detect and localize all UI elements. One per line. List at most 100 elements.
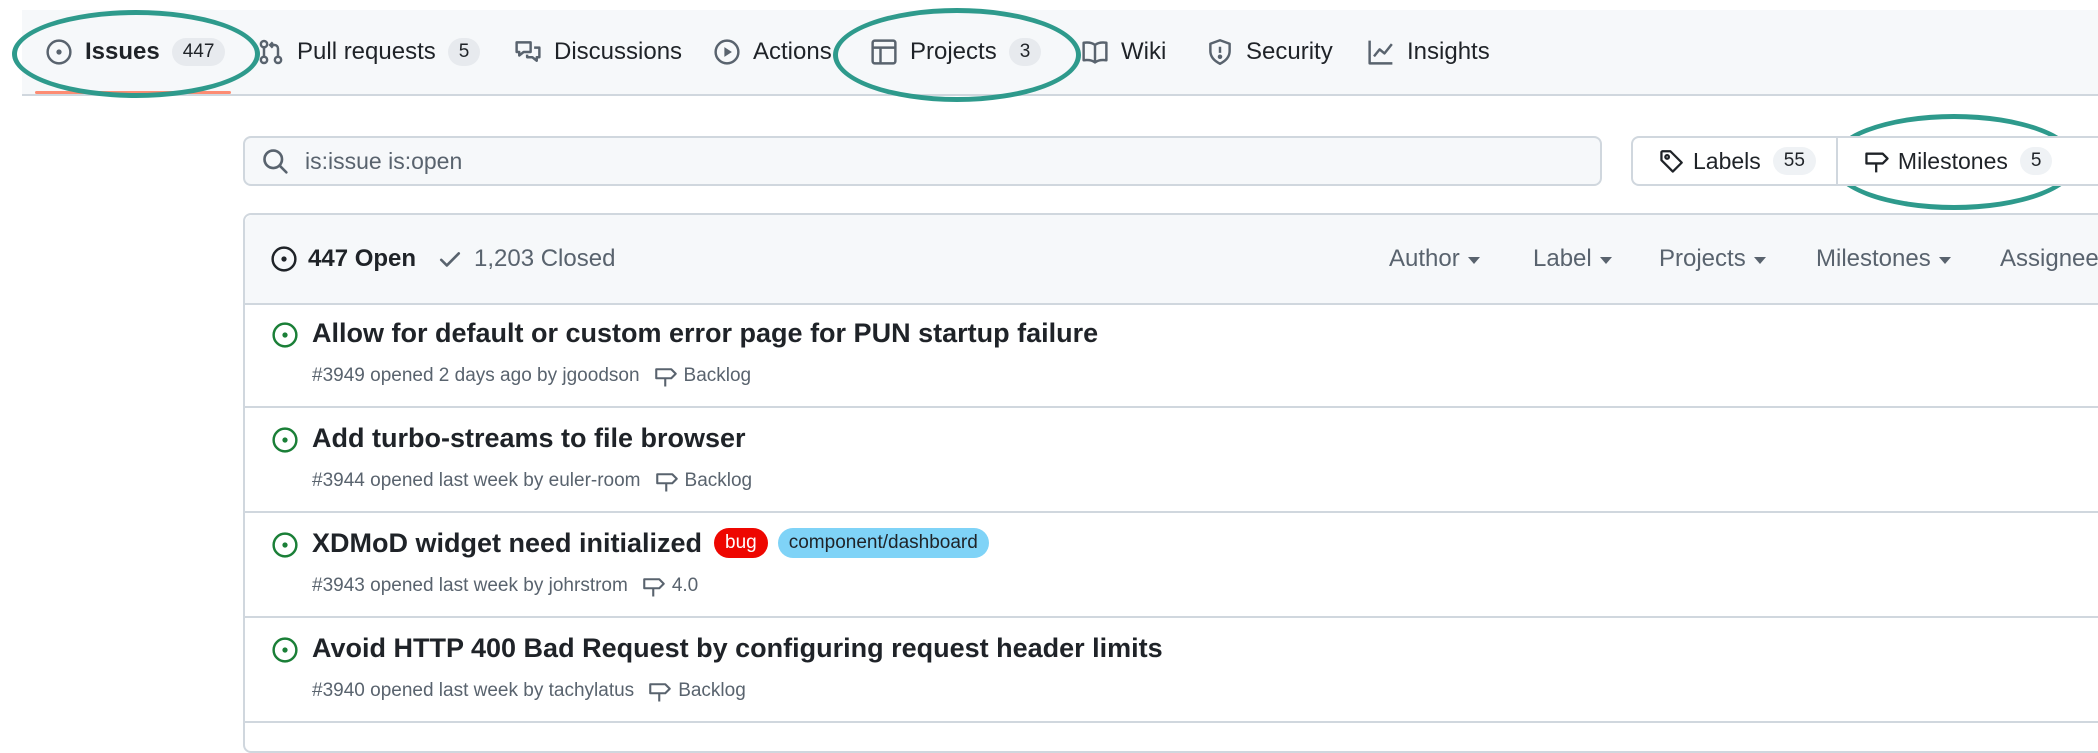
chevron-down-icon — [1467, 257, 1480, 264]
issue-search[interactable] — [243, 136, 1602, 186]
issues-count: 447 — [171, 38, 226, 66]
issue-milestone[interactable]: Backlog — [648, 679, 746, 703]
book-icon — [1082, 41, 1108, 64]
issue-meta: #3940 opened last week by tachylatus Bac… — [312, 676, 746, 706]
projects-count: 3 — [1008, 38, 1042, 66]
shield-icon — [1209, 39, 1231, 65]
issue-row[interactable]: Avoid HTTP 400 Bad Request by configurin… — [245, 618, 2098, 723]
tab-discussions-label: Discussions — [554, 38, 683, 65]
issue-author[interactable]: jgoodson — [562, 365, 639, 387]
issue-number[interactable]: #3940 — [312, 680, 365, 702]
issue-milestone-label: Backlog — [683, 365, 752, 386]
tag-icon — [1660, 150, 1683, 173]
projects-filter[interactable]: Projects — [1659, 215, 1766, 303]
label-filter[interactable]: Label — [1533, 215, 1612, 303]
check-icon — [439, 252, 461, 267]
issue-milestone-label: 4.0 — [671, 575, 699, 596]
closed-count: 1,203 Closed — [474, 245, 616, 272]
tab-issues-label: Issues — [85, 38, 160, 65]
milestones-filter-label: Milestones — [1816, 245, 1931, 272]
tab-projects[interactable]: Projects 3 — [870, 10, 1042, 94]
author-filter-label: Author — [1389, 245, 1460, 272]
issue-opened-text: opened 2 days ago by — [364, 365, 563, 386]
graph-icon — [1368, 40, 1393, 65]
issue-row[interactable]: XDMoD widget need initialized bug compon… — [245, 513, 2098, 618]
issue-meta: #3944 opened last week by euler-room Bac… — [312, 466, 752, 496]
tab-discussions[interactable]: Discussions — [514, 10, 682, 94]
milestones-button[interactable]: Milestones 5 — [1835, 138, 2073, 184]
issue-title-line: Avoid HTTP 400 Bad Request by configurin… — [312, 628, 1163, 668]
issue-title[interactable]: XDMoD widget need initialized — [312, 528, 702, 559]
label-bug[interactable]: bug — [714, 528, 768, 558]
labels-milestones-group: Labels 55 Milestones 5 — [1631, 136, 2098, 186]
issue-meta: #3949 opened 2 days ago by jgoodson Back… — [312, 361, 751, 391]
issue-opened-icon — [272, 427, 298, 453]
projects-filter-label: Projects — [1659, 245, 1746, 272]
tab-pull-requests-label: Pull requests — [297, 38, 436, 65]
milestone-icon — [1865, 152, 1889, 173]
issue-opened-icon — [46, 39, 72, 65]
issue-title[interactable]: Allow for default or custom error page f… — [312, 318, 1098, 349]
issues-header: 447 Open 1,203 Closed Author Label Proje… — [245, 215, 2098, 305]
milestones-label: Milestones — [1897, 147, 2008, 174]
play-icon — [714, 39, 740, 65]
assignee-filter-label: Assignee — [2000, 245, 2098, 272]
issue-author[interactable]: euler-room — [549, 470, 641, 492]
issue-opened-icon — [272, 532, 298, 558]
tab-actions[interactable]: Actions — [713, 10, 832, 94]
labels-button[interactable]: Labels 55 — [1633, 138, 1836, 184]
issue-number[interactable]: #3943 — [312, 575, 365, 597]
labels-label: Labels — [1693, 147, 1761, 174]
issue-opened-icon — [272, 637, 298, 663]
issue-row[interactable]: Allow for default or custom error page f… — [245, 303, 2098, 408]
tab-wiki[interactable]: Wiki — [1081, 10, 1166, 94]
issue-row[interactable]: Add turbo-streams to file browser #3944 … — [245, 408, 2098, 513]
issue-title-line: Add turbo-streams to file browser — [312, 418, 746, 458]
tab-insights[interactable]: Insights — [1367, 10, 1490, 94]
issue-milestone[interactable]: 4.0 — [642, 574, 698, 598]
issue-milestone[interactable]: Backlog — [655, 469, 752, 493]
issue-author[interactable]: johrstrom — [549, 575, 628, 597]
issue-title[interactable]: Add turbo-streams to file browser — [312, 423, 746, 454]
milestone-icon — [649, 683, 671, 702]
milestone-icon — [654, 368, 677, 387]
tab-security[interactable]: Security — [1206, 10, 1333, 94]
issue-meta: #3943 opened last week by johrstrom 4.0 — [312, 571, 698, 601]
issue-opened-icon — [272, 322, 298, 348]
repo-nav: Issues 447 Pull requests 5 Discussions A… — [22, 10, 2098, 96]
issue-opened-text: opened last week by — [364, 575, 549, 596]
issue-author[interactable]: tachylatus — [549, 680, 635, 702]
issue-number[interactable]: #3944 — [312, 470, 365, 492]
issues-box: 447 Open 1,203 Closed Author Label Proje… — [243, 213, 2098, 753]
issue-title[interactable]: Avoid HTTP 400 Bad Request by configurin… — [312, 633, 1163, 664]
open-issues-filter[interactable]: 447 Open — [270, 215, 416, 303]
chevron-down-icon — [1938, 257, 1951, 264]
assignee-filter[interactable]: Assignee — [2000, 215, 2098, 303]
closed-issues-filter[interactable]: 1,203 Closed — [436, 215, 615, 303]
issue-opened-text: opened last week by — [364, 470, 549, 491]
tab-wiki-label: Wiki — [1121, 38, 1167, 65]
milestone-icon — [643, 578, 665, 597]
milestone-icon — [655, 473, 678, 492]
search-icon — [263, 149, 288, 174]
label-component-dashboard[interactable]: component/dashboard — [777, 528, 989, 558]
milestones-filter[interactable]: Milestones — [1816, 215, 1951, 303]
comment-discussion-icon — [515, 41, 541, 62]
issue-title-line: Allow for default or custom error page f… — [312, 313, 1098, 353]
issue-title-line: XDMoD widget need initialized bug compon… — [312, 523, 989, 563]
tab-security-label: Security — [1246, 38, 1333, 65]
tab-actions-label: Actions — [753, 38, 832, 65]
issue-number[interactable]: #3949 — [312, 365, 365, 387]
issue-opened-text: opened last week by — [364, 680, 549, 701]
labels-count: 55 — [1772, 147, 1816, 175]
table-icon — [871, 39, 897, 65]
tab-projects-label: Projects — [910, 38, 997, 65]
label-filter-label: Label — [1533, 245, 1592, 272]
tab-insights-label: Insights — [1407, 38, 1490, 65]
author-filter[interactable]: Author — [1389, 215, 1480, 303]
search-input[interactable] — [303, 146, 1600, 176]
tab-issues[interactable]: Issues 447 — [45, 10, 226, 94]
milestones-count: 5 — [2019, 147, 2053, 175]
issue-milestone[interactable]: Backlog — [654, 364, 752, 388]
tab-pull-requests[interactable]: Pull requests 5 — [257, 10, 481, 94]
